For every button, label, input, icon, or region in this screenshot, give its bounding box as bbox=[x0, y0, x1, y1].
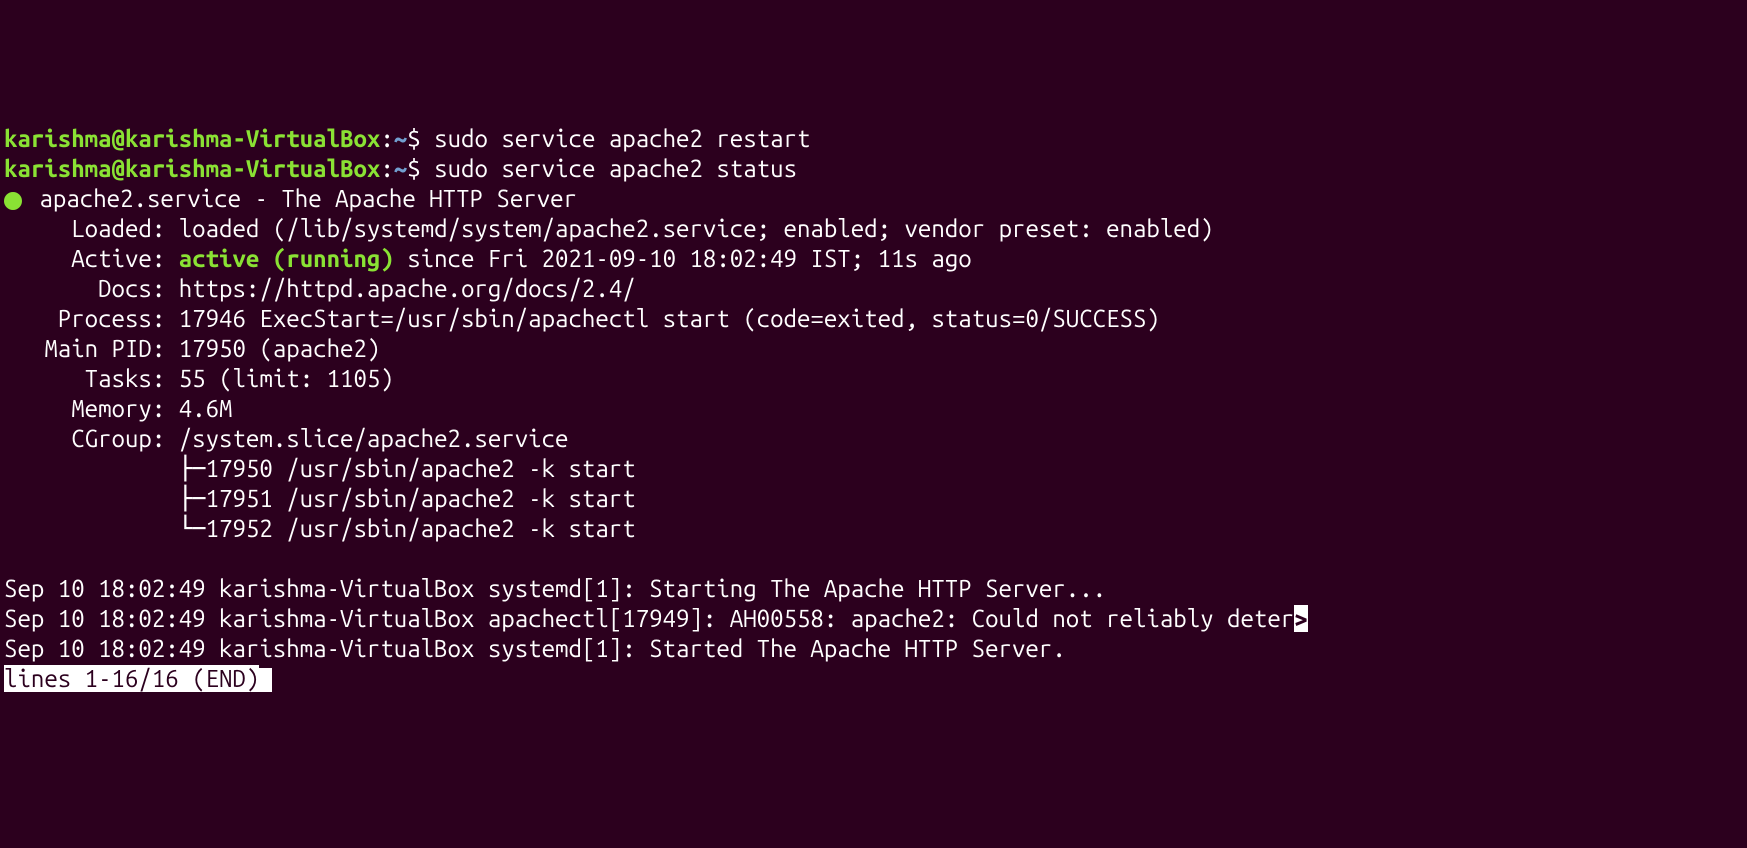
active-value: since Fri 2021-09-10 18:02:49 IST; 11s a… bbox=[394, 245, 972, 272]
prompt-user-host: karishma@karishma-VirtualBox bbox=[4, 125, 380, 152]
command-text: sudo service apache2 restart bbox=[421, 125, 811, 152]
command-text: sudo service apache2 status bbox=[421, 155, 797, 182]
status-dot-icon bbox=[4, 192, 22, 210]
log-line: Sep 10 18:02:49 karishma-VirtualBox apac… bbox=[4, 605, 1294, 632]
active-label: Active: bbox=[4, 245, 179, 272]
cgroup-tree: └─17952 /usr/sbin/apache2 -k start bbox=[4, 515, 636, 542]
pager-status: lines 1-16/16 (END) bbox=[4, 665, 259, 692]
terminal-output[interactable]: karishma@karishma-VirtualBox:~$ sudo ser… bbox=[4, 124, 1743, 694]
process-label: Process: bbox=[4, 305, 179, 332]
mainpid-label: Main PID: bbox=[4, 335, 179, 362]
loaded-value: loaded (/lib/systemd/system/apache2.serv… bbox=[179, 215, 1214, 242]
prompt-dollar: $ bbox=[407, 155, 420, 182]
memory-value: 4.6M bbox=[179, 395, 233, 422]
process-value: 17946 ExecStart=/usr/sbin/apachectl star… bbox=[179, 305, 1160, 332]
memory-label: Memory: bbox=[4, 395, 179, 422]
loaded-label: Loaded: bbox=[4, 215, 179, 242]
tasks-label: Tasks: bbox=[4, 365, 179, 392]
tasks-value: 55 (limit: 1105) bbox=[179, 365, 394, 392]
mainpid-value: 17950 (apache2) bbox=[179, 335, 381, 362]
cgroup-tree: ├─17950 /usr/sbin/apache2 -k start bbox=[4, 455, 636, 482]
docs-value: https://httpd.apache.org/docs/2.4/ bbox=[179, 275, 636, 302]
prompt-colon: : bbox=[380, 125, 393, 152]
log-line: Sep 10 18:02:49 karishma-VirtualBox syst… bbox=[4, 635, 1066, 662]
active-status: active (running) bbox=[179, 245, 394, 272]
cgroup-tree: ├─17951 /usr/sbin/apache2 -k start bbox=[4, 485, 636, 512]
docs-label: Docs: bbox=[4, 275, 179, 302]
cursor-icon bbox=[259, 668, 272, 692]
log-line: Sep 10 18:02:49 karishma-VirtualBox syst… bbox=[4, 575, 1106, 602]
prompt-path: ~ bbox=[394, 125, 407, 152]
prompt-user-host: karishma@karishma-VirtualBox bbox=[4, 155, 380, 182]
more-indicator: > bbox=[1294, 605, 1307, 632]
service-header: apache2.service - The Apache HTTP Server bbox=[26, 185, 577, 212]
cgroup-value: /system.slice/apache2.service bbox=[179, 425, 569, 452]
prompt-path: ~ bbox=[394, 155, 407, 182]
prompt-colon: : bbox=[380, 155, 393, 182]
prompt-dollar: $ bbox=[407, 125, 420, 152]
cgroup-label: CGroup: bbox=[4, 425, 179, 452]
